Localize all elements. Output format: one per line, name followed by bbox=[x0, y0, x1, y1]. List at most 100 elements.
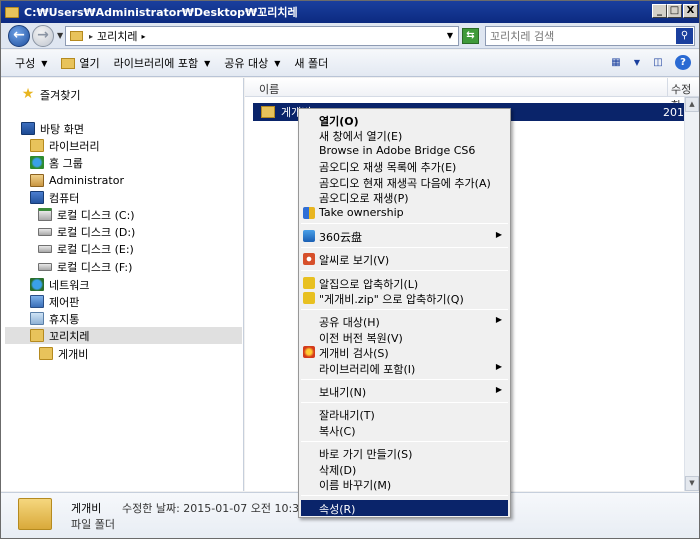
menu-item-alsee-view[interactable]: 알씨로 보기(V) bbox=[301, 251, 508, 267]
menu-item-360-cloud[interactable]: 360云盘 ▶ bbox=[301, 228, 508, 244]
alzip-icon bbox=[303, 277, 315, 289]
search-input[interactable] bbox=[490, 29, 670, 43]
preview-pane-icon[interactable]: ◫ bbox=[650, 55, 666, 70]
menu-item-include-library[interactable]: 라이브러리에 포함(I) ▶ bbox=[301, 360, 508, 376]
include-library-label: 라이브러리에 포함 bbox=[113, 57, 199, 70]
nav-item-drive-e[interactable]: 로컬 디스크 (E:) bbox=[38, 240, 134, 257]
menu-label: 게개비 검사(S) bbox=[319, 347, 389, 360]
organize-label: 구성 bbox=[15, 57, 36, 70]
chevron-right-icon[interactable]: ▸ bbox=[89, 32, 93, 41]
menu-item-gom-add-next[interactable]: 곰오디오 현재 재생곡 다음에 추가(A) bbox=[301, 174, 508, 190]
menu-item-open[interactable]: 열기(O) bbox=[301, 112, 508, 128]
address-box[interactable]: ▸ 꼬리치레 ▸ ▼ bbox=[65, 26, 459, 46]
nav-item-computer[interactable]: 컴퓨터 bbox=[30, 189, 79, 206]
menu-item-gom-add-playlist[interactable]: 곰오디오 재생 목록에 추가(E) bbox=[301, 158, 508, 174]
menu-item-send-to[interactable]: 보내기(N) ▶ bbox=[301, 383, 508, 399]
scroll-up-icon[interactable]: ▲ bbox=[685, 97, 699, 112]
computer-icon bbox=[30, 191, 44, 204]
address-bar-row: ← → ▼ ▸ 꼬리치레 ▸ ▼ ⇆ ⚲ bbox=[1, 23, 699, 49]
new-folder-button[interactable]: 새 폴더 bbox=[294, 55, 328, 71]
nav-label: 제어판 bbox=[49, 295, 80, 309]
refresh-button[interactable]: ⇆ bbox=[462, 28, 479, 44]
menu-item-open-new-window[interactable]: 새 창에서 열기(E) bbox=[301, 127, 508, 143]
nav-item-control-panel[interactable]: 제어판 bbox=[30, 293, 79, 310]
nav-item-subfolder[interactable]: 게개비 bbox=[39, 345, 88, 362]
folder-icon bbox=[70, 31, 83, 41]
nav-item-current-folder[interactable]: 꼬리치레 bbox=[5, 327, 242, 344]
menu-item-create-shortcut[interactable]: 바로 가기 만들기(S) bbox=[301, 445, 508, 461]
nav-item-user[interactable]: Administrator bbox=[30, 172, 124, 189]
column-header-name[interactable]: 이름 bbox=[259, 81, 279, 97]
menu-separator bbox=[301, 223, 508, 224]
menu-item-adobe-bridge[interactable]: Browse in Adobe Bridge CS6 bbox=[301, 143, 508, 159]
menu-item-alzip-compress[interactable]: 알집으로 압축하기(L) bbox=[301, 275, 508, 291]
view-options-icon[interactable]: ▦ bbox=[608, 55, 624, 70]
menu-separator bbox=[301, 309, 508, 310]
nav-item-libraries[interactable]: 라이브러리 bbox=[30, 137, 100, 154]
close-button[interactable]: X bbox=[683, 4, 698, 18]
submenu-arrow-icon: ▶ bbox=[495, 230, 502, 239]
submenu-arrow-icon: ▶ bbox=[495, 315, 502, 324]
menu-item-take-ownership[interactable]: Take ownership bbox=[301, 205, 508, 221]
menu-item-rename[interactable]: 이름 바꾸기(M) bbox=[301, 476, 508, 492]
nav-item-drive-d[interactable]: 로컬 디스크 (D:) bbox=[38, 223, 135, 240]
nav-item-desktop[interactable]: 바탕 화면 bbox=[21, 120, 84, 137]
nav-label: 휴지통 bbox=[49, 312, 80, 326]
nav-label: 홈 그룹 bbox=[49, 156, 83, 170]
folder-icon bbox=[18, 498, 52, 530]
breadcrumb-current[interactable]: 꼬리치레 bbox=[97, 28, 137, 44]
nav-item-drive-f[interactable]: 로컬 디스크 (F:) bbox=[38, 258, 132, 275]
help-icon[interactable]: ? bbox=[675, 55, 691, 70]
menu-item-properties[interactable]: 속성(R) bbox=[301, 500, 508, 516]
minimize-button[interactable]: _ bbox=[652, 4, 667, 18]
user-icon bbox=[30, 174, 44, 187]
control-panel-icon bbox=[30, 295, 44, 308]
nav-item-recycle-bin[interactable]: 휴지통 bbox=[30, 310, 79, 327]
column-divider[interactable] bbox=[667, 78, 668, 97]
menu-label: 공유 대상(H) bbox=[319, 316, 380, 329]
nav-label: 게개비 bbox=[58, 347, 89, 361]
menu-item-alzip-compress-named[interactable]: "게개비.zip" 으로 압축하기(Q) bbox=[301, 290, 508, 306]
nav-label: 네트워크 bbox=[49, 278, 90, 292]
nav-item-drive-c[interactable]: 로컬 디스크 (C:) bbox=[38, 206, 135, 223]
menu-label: Browse in Adobe Bridge CS6 bbox=[319, 144, 476, 157]
chevron-right-icon[interactable]: ▸ bbox=[142, 32, 146, 41]
drive-icon bbox=[38, 227, 52, 236]
chevron-down-icon[interactable]: ▼ bbox=[633, 55, 641, 70]
menu-label: 라이브러리에 포함(I) bbox=[319, 363, 416, 376]
menu-label: "게개비.zip" 으로 압축하기(Q) bbox=[319, 293, 464, 306]
recent-pages-dropdown-icon[interactable]: ▼ bbox=[57, 31, 63, 40]
chevron-down-icon[interactable]: ▼ bbox=[447, 31, 453, 40]
menu-item-cut[interactable]: 잘라내기(T) bbox=[301, 406, 508, 422]
organize-button[interactable]: 구성 ▼ bbox=[15, 55, 47, 71]
shield-icon bbox=[303, 207, 315, 219]
recycle-bin-icon bbox=[30, 312, 44, 325]
menu-item-virus-scan[interactable]: 게개비 검사(S) bbox=[301, 344, 508, 360]
menu-label: 잘라내기(T) bbox=[319, 409, 375, 422]
command-bar: 구성 ▼ 열기 라이브러리에 포함 ▼ 공유 대상 ▼ 새 폴더 ▦ ▼ ◫ ? bbox=[1, 50, 699, 77]
back-button[interactable]: ← bbox=[8, 25, 30, 47]
nav-item-homegroup[interactable]: 홈 그룹 bbox=[30, 154, 83, 171]
forward-button[interactable]: → bbox=[32, 25, 54, 47]
menu-item-share[interactable]: 공유 대상(H) ▶ bbox=[301, 313, 508, 329]
share-button[interactable]: 공유 대상 ▼ bbox=[224, 55, 280, 71]
maximize-button[interactable]: □ bbox=[667, 4, 682, 18]
menu-item-delete[interactable]: 삭제(D) bbox=[301, 461, 508, 477]
vertical-scrollbar[interactable]: ▲ ▼ bbox=[684, 97, 699, 491]
nav-item-network[interactable]: 네트워크 bbox=[30, 276, 89, 293]
include-library-button[interactable]: 라이브러리에 포함 ▼ bbox=[114, 55, 211, 71]
alsee-icon bbox=[303, 253, 315, 265]
nav-item-favorites[interactable]: ★ 즐겨찾기 bbox=[21, 86, 81, 103]
details-modified: 수정한 날짜: 2015-01-07 오전 10:30 bbox=[122, 502, 307, 515]
title-bar: C:₩Users₩Administrator₩Desktop₩꼬리치레 _ □ … bbox=[1, 1, 699, 23]
menu-item-copy[interactable]: 복사(C) bbox=[301, 422, 508, 438]
open-button[interactable]: 열기 bbox=[61, 55, 100, 71]
nav-label: 즐겨찾기 bbox=[40, 88, 81, 102]
search-icon[interactable]: ⚲ bbox=[676, 28, 693, 44]
scroll-down-icon[interactable]: ▼ bbox=[685, 476, 699, 491]
network-icon bbox=[30, 278, 44, 291]
menu-item-restore-previous[interactable]: 이전 버전 복원(V) bbox=[301, 329, 508, 345]
menu-item-gom-play[interactable]: 곰오디오로 재생(P) bbox=[301, 189, 508, 205]
chevron-down-icon: ▼ bbox=[41, 58, 48, 68]
chevron-down-icon: ▼ bbox=[204, 58, 211, 68]
